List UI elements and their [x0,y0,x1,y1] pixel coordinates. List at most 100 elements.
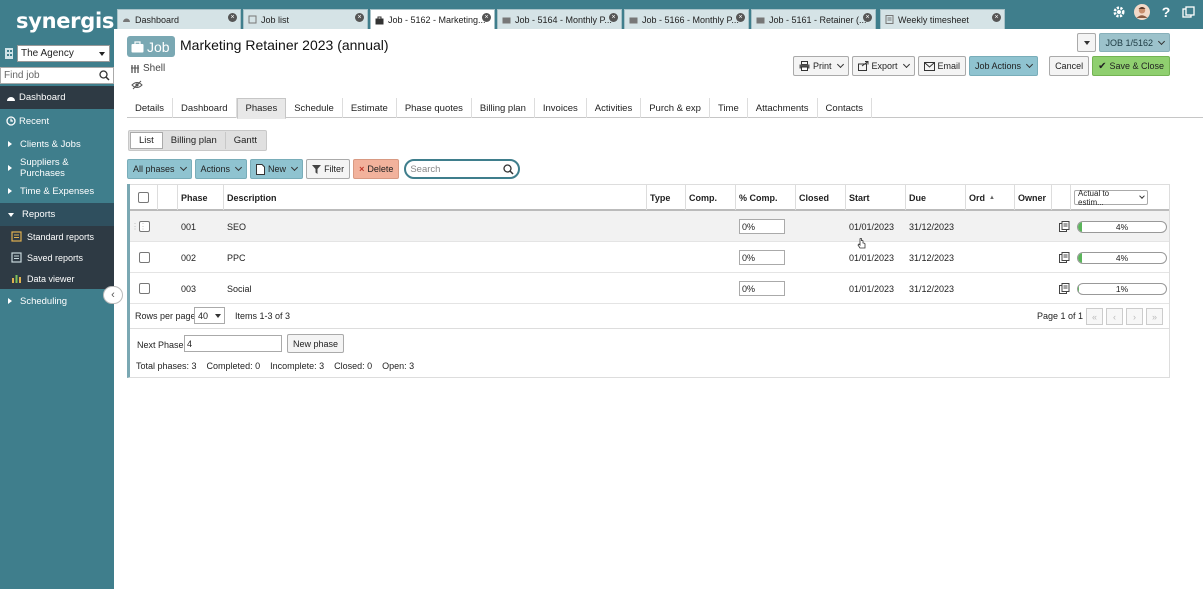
subtab-purch-exp[interactable]: Purch & exp [641,98,710,118]
first-page-button[interactable]: « [1086,308,1103,325]
subtab-phase-quotes[interactable]: Phase quotes [397,98,472,118]
phase-description[interactable]: PPC [224,242,647,273]
tab-job-5162[interactable]: Job - 5162 - Marketing... × [370,9,495,30]
sidebar-item-scheduling[interactable]: Scheduling [0,289,114,312]
actions-dropdown[interactable]: Actions [194,159,248,179]
hidden-eye-icon[interactable] [131,80,143,90]
col-header-phase[interactable]: Phase [178,185,224,210]
sidebar-item-recent[interactable]: Recent [0,109,114,132]
close-tab-icon[interactable]: × [863,13,872,22]
last-page-button[interactable]: » [1146,308,1163,325]
sidebar-item-clients-jobs[interactable]: Clients & Jobs [0,133,114,156]
filter-button[interactable]: Filter [306,159,351,179]
subtab-estimate[interactable]: Estimate [343,98,397,118]
close-tab-icon[interactable]: × [228,13,237,22]
subtab-phases[interactable]: Phases [236,98,287,119]
prev-page-button[interactable]: ‹ [1106,308,1123,325]
all-phases-dropdown[interactable]: All phases [127,159,192,179]
sidebar-subitem-standard-reports[interactable]: Standard reports [0,226,114,248]
close-tab-icon[interactable]: × [736,13,745,22]
tab-job-5161[interactable]: Job - 5161 - Retainer (... × [751,9,876,29]
collapse-sidebar-button[interactable]: ‹ [103,286,123,304]
table-row[interactable]: ⋮⋮ 001 SEO 0% 01/01/2023 31/12/2023 4% [130,211,1169,242]
row-checkbox[interactable] [138,252,150,263]
delete-button[interactable]: × Delete [353,159,400,179]
sidebar-subitem-data-viewer[interactable]: Data viewer [0,268,114,290]
job-number-button[interactable]: JOB 1/5162 [1099,33,1170,52]
subtab-dashboard[interactable]: Dashboard [173,98,237,118]
tab-weekly-timesheet[interactable]: Weekly timesheet × [880,9,1005,29]
select-all-checkbox[interactable] [138,192,149,203]
copy-icon[interactable] [1059,221,1070,232]
pct-comp-input[interactable]: 0% [739,219,785,234]
subtab-contacts[interactable]: Contacts [818,98,873,118]
grid-search-input[interactable]: Search [404,159,521,179]
email-button[interactable]: Email [917,56,967,76]
row-checkbox[interactable] [138,283,150,294]
col-header-owner[interactable]: Owner [1015,185,1052,210]
sidebar-item-time-expenses[interactable]: Time & Expenses [0,180,114,203]
cancel-button[interactable]: Cancel [1049,56,1090,76]
copy-icon[interactable] [1059,252,1070,263]
subtab-activities[interactable]: Activities [587,98,642,118]
col-header-closed[interactable]: Closed [796,185,846,210]
subtab-details[interactable]: Details [127,98,174,118]
search-icon[interactable] [99,70,110,81]
phase-description[interactable]: Social [224,273,647,304]
subtab-schedule[interactable]: Schedule [286,98,343,118]
next-page-button[interactable]: › [1126,308,1143,325]
synergist-logo[interactable]: synergist [16,9,124,33]
phase-number: 002 [181,252,197,263]
sidebar-item-reports[interactable]: Reports [0,202,114,227]
windows-icon[interactable] [1182,5,1195,19]
search-icon[interactable] [503,164,514,175]
save-close-button[interactable]: ✔ Save & Close [1092,56,1170,76]
next-phase-input[interactable]: 4 [184,335,282,352]
subtab-attachments[interactable]: Attachments [748,98,818,118]
new-dropdown[interactable]: New [250,159,304,179]
tab-job-list[interactable]: Job list × [243,9,368,29]
col-header-pct-comp[interactable]: % Comp. [736,185,796,210]
view-billing-plan[interactable]: Billing plan [163,132,226,149]
phase-description[interactable]: SEO [224,211,647,242]
subtab-time[interactable]: Time [710,98,748,118]
agency-select[interactable]: The Agency [17,44,110,62]
view-gantt[interactable]: Gantt [226,132,265,149]
help-icon[interactable]: ? [1158,4,1174,20]
col-header-comp[interactable]: Comp. [686,185,736,210]
sidebar-subitem-saved-reports[interactable]: Saved reports [0,247,114,269]
pct-comp-input[interactable]: 0% [739,250,785,265]
view-list[interactable]: List [130,132,163,149]
drag-handle-icon[interactable]: ⋮⋮ [131,222,147,231]
table-row[interactable]: 003 Social 0% 01/01/2023 31/12/2023 1% [130,273,1169,304]
new-phase-button[interactable]: New phase [287,334,345,353]
col-header-description[interactable]: Description [224,185,647,210]
job-actions-button[interactable]: Job Actions [969,56,1039,76]
subtab-billing-plan[interactable]: Billing plan [472,98,535,118]
sidebar-item-dashboard[interactable]: Dashboard [0,86,114,110]
sidebar-item-suppliers-purchases[interactable]: Suppliers & Purchases [0,156,114,179]
gear-icon[interactable] [1112,5,1126,19]
col-header-type[interactable]: Type [647,185,686,210]
copy-icon[interactable] [1059,283,1070,294]
find-job-input[interactable]: Find job [0,67,114,84]
table-row[interactable]: 002 PPC 0% 01/01/2023 31/12/2023 4% [130,242,1169,273]
progress-mode-select[interactable]: Actual to estim... [1074,189,1148,207]
tab-dashboard[interactable]: Dashboard × [117,9,241,29]
avatar[interactable] [1134,4,1150,20]
col-header-ord[interactable]: Ord ▲ [966,185,1015,210]
job-menu-button[interactable] [1077,33,1097,52]
tab-job-5166[interactable]: Job - 5166 - Monthly P... × [624,9,749,29]
close-tab-icon[interactable]: × [482,13,491,22]
col-header-due[interactable]: Due [906,185,966,210]
subtab-invoices[interactable]: Invoices [535,98,587,118]
tab-job-5164[interactable]: Job - 5164 - Monthly P... × [497,9,622,29]
col-header-start[interactable]: Start [846,185,906,210]
close-tab-icon[interactable]: × [609,13,618,22]
export-button[interactable]: Export [851,56,915,76]
close-tab-icon[interactable]: × [992,13,1001,22]
close-tab-icon[interactable]: × [355,13,364,22]
pct-comp-input[interactable]: 0% [739,281,785,296]
rows-per-page-select[interactable]: 40 [194,307,225,324]
print-button[interactable]: Print [792,56,849,76]
